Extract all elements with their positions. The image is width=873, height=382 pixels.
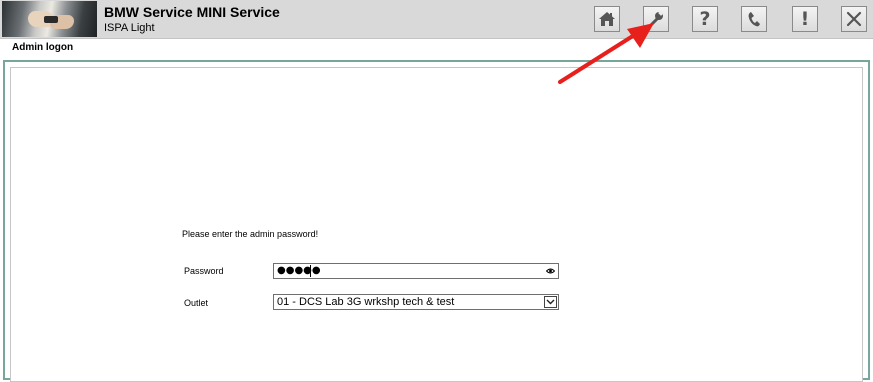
- exclamation-icon: !: [800, 7, 810, 30]
- home-icon: [599, 12, 615, 26]
- close-button[interactable]: [841, 6, 867, 32]
- app-title: BMW Service MINI Service: [104, 4, 280, 20]
- logo-image: [2, 1, 97, 37]
- help-button[interactable]: ?: [692, 6, 718, 32]
- app-subtitle: ISPA Light: [104, 22, 155, 34]
- phone-icon: [748, 12, 760, 27]
- show-password-icon[interactable]: [546, 268, 555, 274]
- home-button[interactable]: [594, 6, 620, 32]
- content-frame: Please enter the admin password! Passwor…: [3, 60, 870, 382]
- outlet-select[interactable]: 01 - DCS Lab 3G wrkshp tech & test: [273, 294, 559, 310]
- password-input[interactable]: ●●●●●: [273, 263, 559, 279]
- password-label: Password: [184, 266, 224, 276]
- settings-button[interactable]: [643, 6, 669, 32]
- outlet-value: 01 - DCS Lab 3G wrkshp tech & test: [277, 296, 455, 308]
- alert-button[interactable]: !: [792, 6, 818, 32]
- app-header: BMW Service MINI Service ISPA Light ? !: [0, 0, 873, 39]
- text-caret: [310, 265, 311, 277]
- subbar: Admin logon: [0, 39, 873, 58]
- section-title: Admin logon: [12, 42, 74, 53]
- chevron-down-icon[interactable]: [544, 296, 557, 308]
- wrench-icon: [648, 10, 664, 28]
- question-icon: ?: [699, 7, 711, 30]
- password-value: ●●●●●: [277, 265, 321, 276]
- outlet-label: Outlet: [184, 298, 209, 308]
- content-panel: Please enter the admin password! Passwor…: [10, 67, 863, 382]
- password-prompt: Please enter the admin password!: [182, 229, 319, 239]
- phone-button[interactable]: [741, 6, 767, 32]
- close-icon: [846, 11, 862, 27]
